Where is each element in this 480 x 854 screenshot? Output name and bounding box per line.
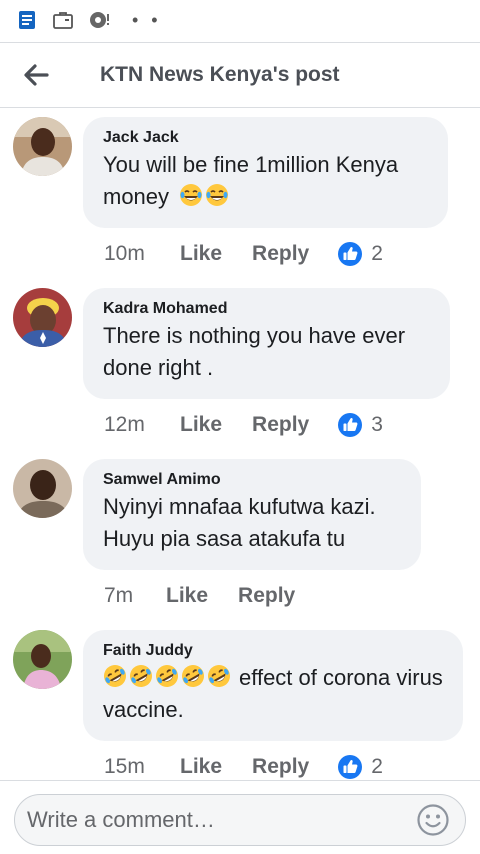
- like-button[interactable]: Like: [166, 584, 208, 608]
- comment-text: There is nothing you have ever done righ…: [103, 323, 406, 380]
- rolling-on-the-floor-laughing-icon: [208, 665, 230, 687]
- rolling-on-the-floor-laughing-icon: [104, 665, 126, 687]
- reaction-summary[interactable]: 2: [337, 241, 383, 267]
- comment-bubble: Samwel Amimo Nyinyi mnafaa kufutwa kazi.…: [83, 459, 421, 570]
- comment-time: 7m: [104, 584, 134, 607]
- comment-bubble: Jack Jack You will be fine 1million Keny…: [83, 117, 448, 228]
- comment-actions: 15m Like Reply 2: [104, 752, 383, 780]
- like-reaction-icon: [338, 413, 363, 437]
- avatar[interactable]: [13, 459, 72, 518]
- comment-actions: 10m Like Reply 2: [104, 239, 383, 269]
- comment-bubble: Kadra Mohamed There is nothing you have …: [83, 288, 450, 399]
- comment-item: Faith Juddy effect of corona virus vacci…: [0, 621, 480, 780]
- comment-time: 15m: [104, 755, 145, 778]
- like-button[interactable]: Like: [180, 242, 222, 266]
- briefcase-icon: [53, 12, 73, 29]
- face-with-tears-of-joy-icon: [206, 184, 229, 206]
- comment-actions: 7m Like Reply: [104, 581, 325, 611]
- rolling-on-the-floor-laughing-icon: [130, 665, 152, 687]
- reply-button[interactable]: Reply: [238, 584, 295, 608]
- avatar[interactable]: [13, 117, 72, 176]
- reply-button[interactable]: Reply: [252, 413, 309, 437]
- notes-app-icon: [19, 11, 35, 29]
- comment-time: 10m: [104, 242, 145, 265]
- comment-text: Nyinyi mnafaa kufutwa kazi. Huyu pia sas…: [103, 494, 376, 551]
- arrow-left-icon: [24, 64, 49, 86]
- comments-list[interactable]: Jack Jack You will be fine 1million Keny…: [0, 108, 480, 780]
- avatar[interactable]: [13, 288, 72, 347]
- comment-item: Jack Jack You will be fine 1million Keny…: [0, 108, 480, 279]
- like-reaction-icon: [338, 242, 363, 266]
- comment-item: Samwel Amimo Nyinyi mnafaa kufutwa kazi.…: [0, 450, 480, 621]
- like-reaction-icon: [338, 755, 363, 779]
- page-title: KTN News Kenya's post: [100, 63, 340, 86]
- reaction-summary[interactable]: 3: [337, 412, 383, 438]
- like-button[interactable]: Like: [180, 755, 222, 779]
- reaction-summary[interactable]: 2: [337, 754, 383, 780]
- reaction-count: 2: [371, 242, 383, 265]
- comment-text: You will be fine 1million Kenya money: [103, 152, 399, 209]
- rolling-on-the-floor-laughing-icon: [182, 665, 204, 687]
- reply-button[interactable]: Reply: [252, 242, 309, 266]
- comment-author[interactable]: Faith Juddy: [103, 640, 443, 662]
- comment-text: effect of corona virus vaccine.: [103, 662, 443, 726]
- comment-time: 12m: [104, 413, 145, 436]
- status-bar: • •: [0, 0, 480, 40]
- smiley-face-icon[interactable]: [416, 803, 450, 837]
- like-button[interactable]: Like: [180, 413, 222, 437]
- back-button[interactable]: [4, 43, 68, 107]
- reaction-count: 3: [371, 413, 383, 436]
- reaction-count: 2: [371, 755, 383, 778]
- rolling-on-the-floor-laughing-icon: [156, 665, 178, 687]
- comment-author[interactable]: Samwel Amimo: [103, 469, 401, 491]
- overflow-dots: • •: [132, 9, 162, 30]
- comment-item: Kadra Mohamed There is nothing you have …: [0, 279, 480, 450]
- comment-author[interactable]: Jack Jack: [103, 127, 428, 149]
- comment-actions: 12m Like Reply 3: [104, 410, 383, 440]
- avatar[interactable]: [13, 630, 72, 689]
- face-with-tears-of-joy-icon: [180, 184, 203, 206]
- post-header: KTN News Kenya's post: [0, 42, 480, 108]
- comment-input[interactable]: [14, 794, 466, 846]
- comment-author[interactable]: Kadra Mohamed: [103, 298, 430, 320]
- comment-composer: [0, 780, 480, 854]
- sync-warning-icon: [90, 12, 109, 28]
- comment-bubble: Faith Juddy effect of corona virus vacci…: [83, 630, 463, 741]
- reply-button[interactable]: Reply: [252, 755, 309, 779]
